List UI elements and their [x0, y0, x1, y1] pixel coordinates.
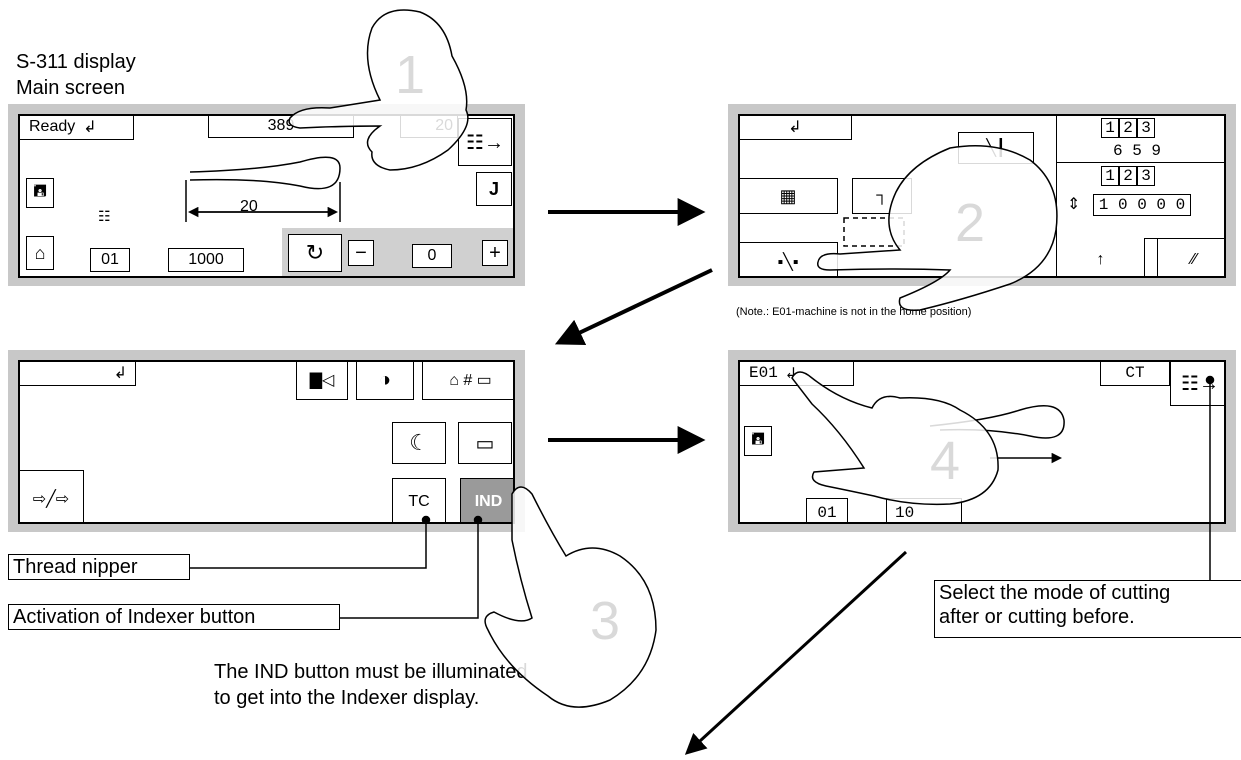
- flow-arrow-4-to-next: [684, 550, 908, 755]
- thread-nipper-leader: [190, 515, 431, 569]
- diagram-overlay: [185, 9, 1215, 755]
- hand-pointer-2: [817, 144, 1058, 311]
- seam-shape-screen1: [185, 156, 341, 222]
- cut-mode-leader: [1205, 375, 1215, 580]
- hand-pointer-1: [288, 9, 469, 171]
- hand-pointer-3: [484, 486, 657, 708]
- flow-arrow-2-to-3: [554, 268, 713, 346]
- hand-pointer-4: [791, 371, 999, 506]
